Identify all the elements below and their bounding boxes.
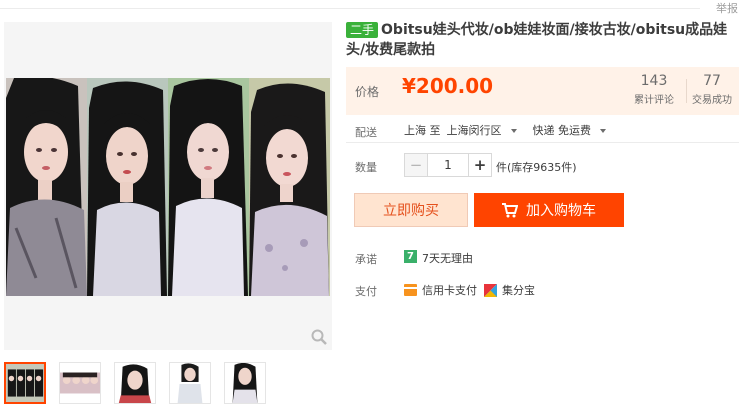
thumbnail-2[interactable] bbox=[59, 362, 101, 404]
reviews-stat[interactable]: 143 累计评论 bbox=[634, 73, 674, 106]
credit-card-icon bbox=[404, 284, 417, 296]
payment-credit-card[interactable]: 信用卡支付 bbox=[404, 282, 477, 298]
ship-destination-select[interactable]: 上海闵行区 bbox=[447, 124, 523, 137]
deals-label: 交易成功 bbox=[692, 95, 732, 106]
thumbnail-5[interactable] bbox=[224, 362, 266, 404]
price-label: 价格 bbox=[355, 85, 380, 99]
deals-count: 77 bbox=[703, 73, 721, 89]
cart-icon bbox=[502, 202, 518, 217]
product-title: 二手 Obitsu娃头代妆/ob娃娃妆面/接妆古妆/obitsu成品娃头/妆费尾款… bbox=[346, 20, 744, 60]
doll-panel-3 bbox=[168, 78, 249, 296]
reviews-label: 累计评论 bbox=[634, 95, 674, 106]
shipping-label: 配送 bbox=[355, 126, 377, 139]
seven-day-return-icon: 7 bbox=[404, 250, 417, 263]
buy-now-button[interactable]: 立即购买 bbox=[354, 193, 468, 227]
deals-stat: 77 交易成功 bbox=[692, 73, 732, 106]
add-to-cart-button[interactable]: 加入购物车 bbox=[474, 193, 624, 227]
promise-label: 承诺 bbox=[355, 253, 377, 266]
price-value: ¥200.00 bbox=[402, 74, 494, 98]
price-panel: 价格 ¥200.00 143 累计评论 77 交易成功 bbox=[346, 67, 739, 115]
top-divider bbox=[0, 8, 700, 9]
thumbnail-1[interactable] bbox=[4, 362, 46, 404]
doll-panel-2 bbox=[87, 78, 168, 296]
doll-panel-4 bbox=[249, 78, 330, 296]
jifenbao-icon bbox=[484, 283, 497, 297]
report-link[interactable]: 举报 bbox=[716, 0, 738, 16]
shipping-info: 上海 至上海闵行区 快递 免运费 bbox=[404, 122, 618, 138]
stat-divider bbox=[686, 79, 687, 103]
chevron-down-icon bbox=[510, 129, 517, 133]
thumbnail-3[interactable] bbox=[114, 362, 156, 404]
main-product-image bbox=[6, 78, 330, 296]
decrease-button[interactable]: − bbox=[404, 153, 428, 177]
second-hand-badge: 二手 bbox=[346, 22, 379, 38]
payment-label: 支付 bbox=[355, 285, 377, 298]
ship-method-select[interactable]: 快递 免运费 bbox=[533, 124, 613, 137]
quantity-stepper: − 1 + bbox=[404, 153, 492, 177]
quantity-label: 数量 bbox=[355, 161, 377, 174]
zoom-icon[interactable] bbox=[310, 328, 328, 346]
add-to-cart-label: 加入购物车 bbox=[526, 203, 596, 219]
ship-from: 上海 至 bbox=[404, 124, 441, 137]
reviews-count: 143 bbox=[640, 73, 668, 89]
chevron-down-icon bbox=[600, 129, 606, 133]
product-image-viewer[interactable] bbox=[4, 22, 332, 350]
stock-info: 件(库存9635件) bbox=[496, 161, 577, 174]
thumbnail-4[interactable] bbox=[169, 362, 211, 404]
payment-jifenbao[interactable]: 集分宝 bbox=[484, 282, 535, 298]
divider bbox=[346, 142, 739, 143]
product-title-text: Obitsu娃头代妆/ob娃娃妆面/接妆古妆/obitsu成品娃头/妆费尾款拍 bbox=[346, 22, 728, 58]
thumbnail-strip bbox=[4, 362, 266, 404]
increase-button[interactable]: + bbox=[468, 153, 492, 177]
quantity-input[interactable]: 1 bbox=[428, 153, 468, 177]
doll-panel-1 bbox=[6, 78, 87, 296]
promise-text[interactable]: 7天无理由 bbox=[422, 250, 473, 266]
